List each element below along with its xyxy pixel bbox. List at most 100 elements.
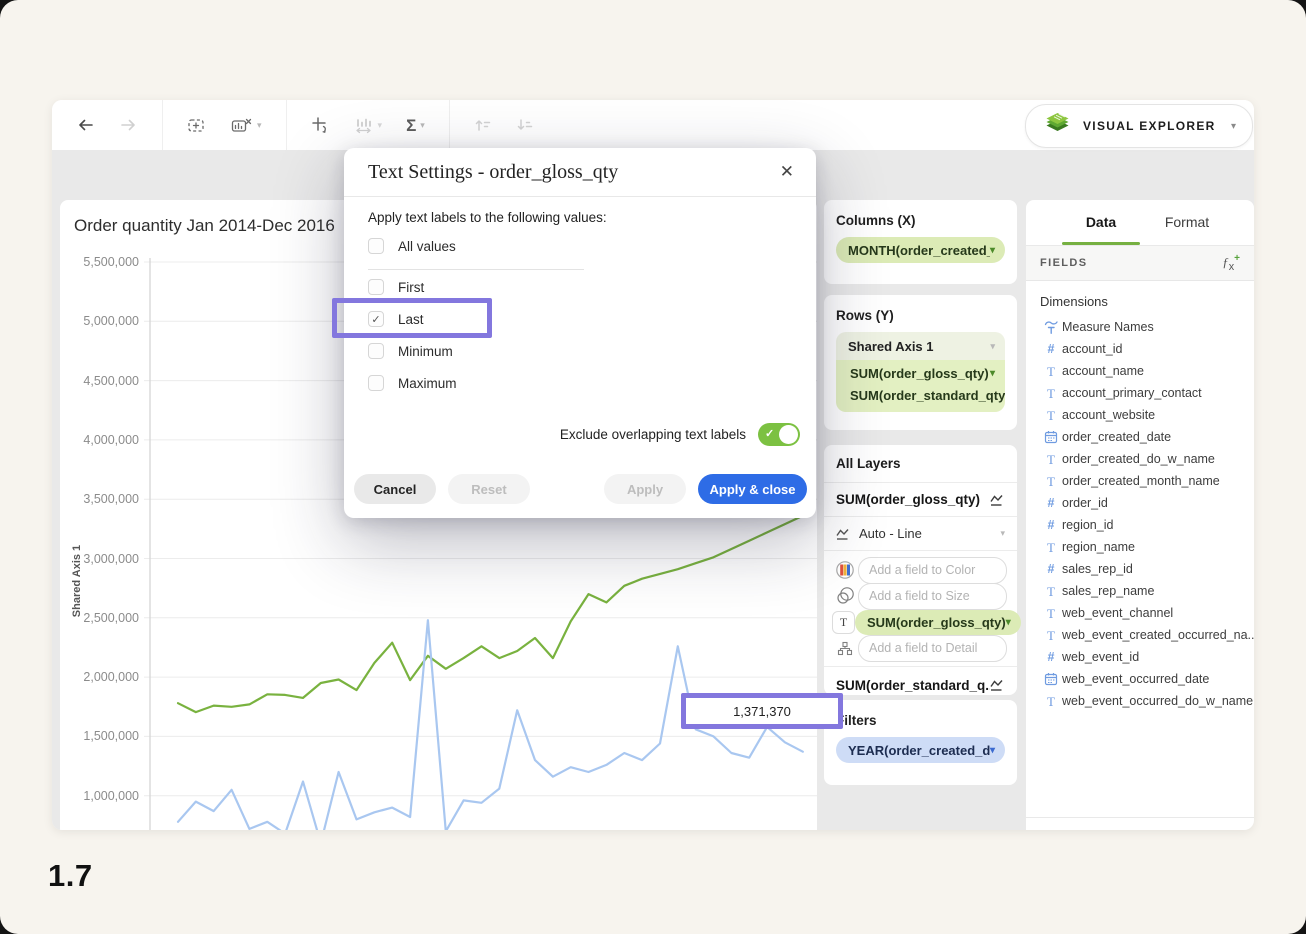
- size-field-input[interactable]: Add a field to Size: [858, 583, 1007, 610]
- toggle-label: Exclude overlapping text labels: [560, 427, 746, 442]
- field-row[interactable]: Taccount_name: [1026, 360, 1254, 382]
- duplicate-chart-icon[interactable]: [187, 117, 207, 134]
- page-number: 1.7: [48, 858, 93, 894]
- bar-spacing-icon[interactable]: ▾: [354, 117, 383, 134]
- shared-axis-header[interactable]: Shared Axis 1 ▾: [836, 332, 1005, 360]
- field-row[interactable]: #order_id: [1026, 492, 1254, 514]
- shared-axis-fields: SUM(order_gloss_qty)▾SUM(order_standard_…: [836, 360, 1005, 412]
- checkbox-icon[interactable]: [368, 343, 384, 359]
- shared-axis-group: Shared Axis 1 ▾ SUM(order_gloss_qty)▾SUM…: [836, 332, 1005, 412]
- tab-data[interactable]: Data: [1062, 200, 1140, 244]
- dimensions-list: Measure Names#account_idTaccount_nameTac…: [1026, 316, 1254, 712]
- apply-button[interactable]: Apply: [604, 474, 686, 504]
- field-row[interactable]: Torder_created_month_name: [1026, 470, 1254, 492]
- columns-field-pill[interactable]: MONTH(order_created_d... ▾: [836, 237, 1005, 263]
- field-label: order_created_month_name: [1062, 474, 1220, 488]
- back-arrow-icon[interactable]: [76, 117, 95, 133]
- color-field-input[interactable]: Add a field to Color: [858, 557, 1007, 584]
- field-label: sales_rep_id: [1062, 562, 1133, 576]
- field-label: account_id: [1062, 342, 1122, 356]
- field-row[interactable]: #sales_rep_id: [1026, 558, 1254, 580]
- field-row[interactable]: #region_id: [1026, 514, 1254, 536]
- option-last[interactable]: ✓ Last: [368, 305, 424, 333]
- checkbox-icon[interactable]: [368, 279, 384, 295]
- fields-header: FIELDS ƒx+: [1026, 246, 1254, 281]
- text-settings-modal: Text Settings - order_gloss_qty ✕ Apply …: [344, 148, 816, 518]
- hash-icon: #: [1040, 651, 1062, 664]
- field-row[interactable]: Tweb_event_created_occurred_na...: [1026, 624, 1254, 646]
- option-label: Minimum: [398, 344, 453, 359]
- text-icon: T: [1040, 585, 1062, 598]
- add-calculated-field-icon[interactable]: ƒx+: [1222, 253, 1240, 273]
- toolbar-group-chart: ▾: [163, 100, 287, 150]
- detail-field-input[interactable]: Add a field to Detail: [858, 635, 1007, 662]
- row-field-pill[interactable]: SUM(order_gloss_qty)▾: [836, 362, 1005, 384]
- rows-panel: Rows (Y) Shared Axis 1 ▾ SUM(order_gloss…: [824, 295, 1017, 430]
- modal-footer: Cancel Reset Apply Apply & close: [344, 474, 816, 504]
- size-icon: [832, 585, 858, 607]
- text-icon: T: [1040, 607, 1062, 620]
- sparkline-icon: [990, 678, 1005, 692]
- toolbar-group-axes: ▾ Σ ▾: [287, 100, 450, 150]
- mark-type-dropdown[interactable]: Auto - Line ▾: [824, 517, 1017, 551]
- fields-header-label: FIELDS: [1040, 257, 1222, 269]
- field-row[interactable]: Tsales_rep_name: [1026, 580, 1254, 602]
- field-row[interactable]: Tweb_event_occurred_do_w_name: [1026, 690, 1254, 712]
- checkbox-icon[interactable]: [368, 375, 384, 391]
- option-label: Maximum: [398, 376, 457, 391]
- option-first[interactable]: First: [368, 273, 424, 301]
- measures-divider: [1026, 817, 1254, 818]
- text-icon: T: [1040, 695, 1062, 708]
- filter-pill[interactable]: YEAR(order_created_date) ▾: [836, 737, 1005, 763]
- swap-axes-icon[interactable]: [311, 116, 330, 134]
- exclude-overlap-toggle[interactable]: ✓: [758, 423, 800, 446]
- checkbox-checked-icon[interactable]: ✓: [368, 311, 384, 327]
- chevron-down-icon: ▾: [1006, 617, 1011, 628]
- visual-explorer-menu-button[interactable]: VISUAL EXPLORER ▾: [1025, 104, 1253, 148]
- cancel-button[interactable]: Cancel: [354, 474, 436, 504]
- remove-chart-icon[interactable]: ▾: [231, 117, 262, 134]
- text-icon: T: [1040, 629, 1062, 642]
- field-row[interactable]: Taccount_website: [1026, 404, 1254, 426]
- size-shelf: Add a field to Size: [824, 583, 1017, 609]
- filters-panel-title: Filters: [824, 700, 1017, 737]
- chevron-down-icon: ▾: [378, 121, 383, 130]
- field-row[interactable]: Tregion_name: [1026, 536, 1254, 558]
- checkbox-icon[interactable]: [368, 238, 384, 254]
- text-mark-icon: T: [832, 611, 855, 634]
- active-tab-underline: [1062, 242, 1140, 245]
- sort-descending-icon[interactable]: [516, 117, 534, 133]
- field-row[interactable]: Taccount_primary_contact: [1026, 382, 1254, 404]
- sigma-aggregate-icon[interactable]: Σ ▾: [406, 117, 425, 134]
- chevron-down-icon: ▾: [257, 121, 262, 130]
- field-row[interactable]: Measure Names: [1026, 316, 1254, 338]
- option-all-values[interactable]: All values: [368, 232, 456, 260]
- close-icon[interactable]: ✕: [780, 162, 794, 182]
- chevron-down-icon: ▾: [990, 342, 995, 351]
- field-label: region_id: [1062, 518, 1113, 532]
- field-row[interactable]: #web_event_id: [1026, 646, 1254, 668]
- option-maximum[interactable]: Maximum: [368, 369, 457, 397]
- field-row[interactable]: Tweb_event_channel: [1026, 602, 1254, 624]
- tab-format[interactable]: Format: [1152, 200, 1222, 244]
- text-field-pill[interactable]: SUM(order_gloss_qty) ▾: [855, 610, 1021, 635]
- field-row[interactable]: web_event_occurred_date: [1026, 668, 1254, 690]
- field-row[interactable]: #account_id: [1026, 338, 1254, 360]
- chevron-down-icon: ▾: [990, 368, 995, 379]
- field-row[interactable]: Torder_created_do_w_name: [1026, 448, 1254, 470]
- option-minimum[interactable]: Minimum: [368, 337, 453, 365]
- color-icon: [832, 559, 858, 581]
- forward-arrow-icon[interactable]: [119, 117, 138, 133]
- field-label: web_event_occurred_do_w_name: [1062, 694, 1253, 708]
- reset-button[interactable]: Reset: [448, 474, 530, 504]
- text-icon: T: [1040, 365, 1062, 378]
- apply-close-button[interactable]: Apply & close: [698, 474, 807, 504]
- option-label: First: [398, 280, 424, 295]
- layer-row-gloss[interactable]: SUM(order_gloss_qty): [824, 483, 1017, 517]
- series-line-SUM(order_standard_qty): [178, 516, 803, 712]
- sort-ascending-icon[interactable]: [474, 117, 492, 133]
- layer-row-standard[interactable]: SUM(order_standard_q...: [824, 667, 1017, 703]
- option-label: Last: [398, 312, 424, 327]
- field-row[interactable]: order_created_date: [1026, 426, 1254, 448]
- row-field-pill[interactable]: SUM(order_standard_qty)▾: [836, 384, 1005, 406]
